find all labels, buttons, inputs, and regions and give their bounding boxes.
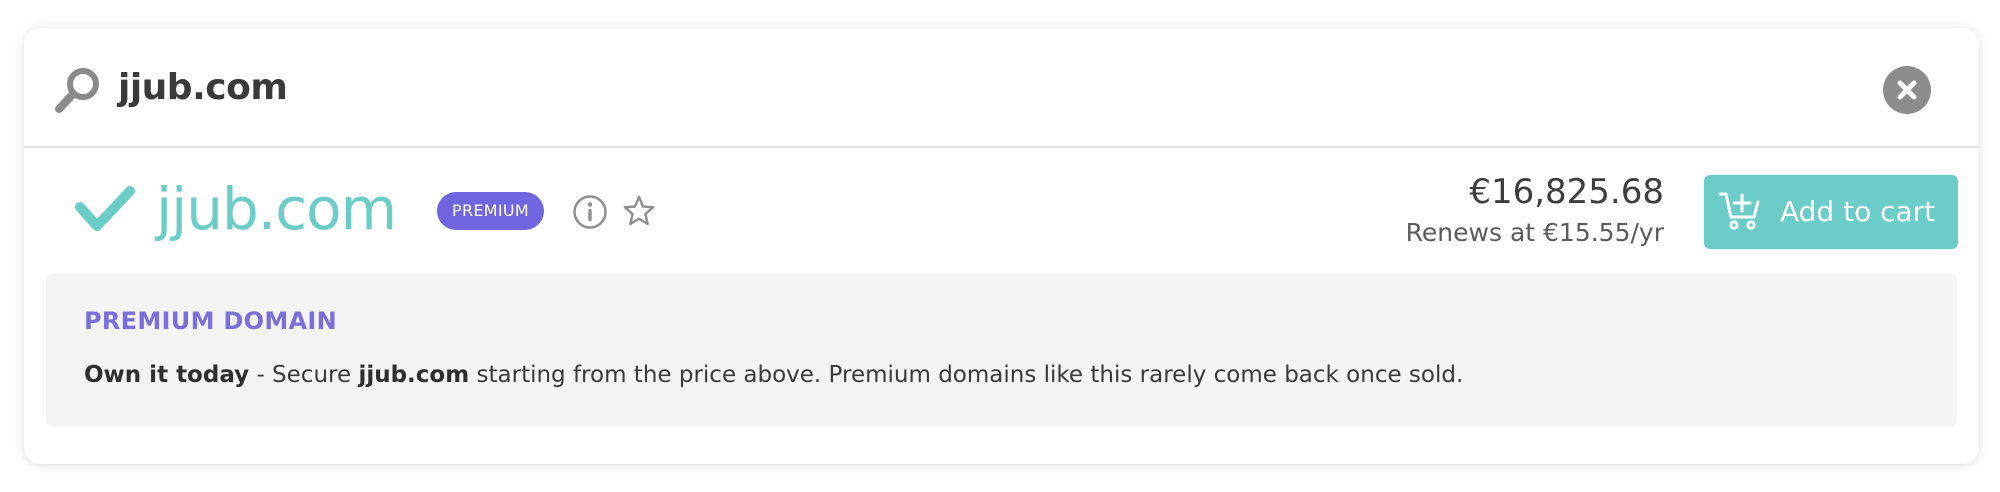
premium-panel-description: Own it today - Secure jjub.com starting …: [84, 358, 1463, 392]
search-query-text[interactable]: jjub.com: [118, 62, 288, 114]
result-domain-name: jjub.com: [156, 175, 397, 243]
premium-panel-title: PREMIUM DOMAIN: [84, 307, 338, 335]
premium-panel-text-2: starting from the price above. Premium d…: [469, 362, 1464, 388]
domain-search-card: jjub.com jjub.com PREMIUM €16,825.68 Ren…: [24, 28, 1979, 464]
clear-search-button[interactable]: [1883, 66, 1931, 114]
premium-badge: PREMIUM: [437, 192, 545, 230]
search-bar: jjub.com: [24, 28, 1979, 148]
close-icon: [1897, 80, 1917, 100]
renewal-price: Renews at €15.55/yr: [1405, 218, 1664, 247]
search-icon: [55, 68, 99, 113]
add-to-cart-button[interactable]: Add to cart: [1704, 175, 1958, 249]
check-icon: [75, 186, 135, 231]
cart-add-icon: [1718, 192, 1760, 230]
star-icon[interactable]: [622, 194, 656, 228]
premium-panel-domain: jjub.com: [358, 362, 470, 388]
premium-panel-lead: Own it today: [84, 362, 250, 388]
add-to-cart-label: Add to cart: [1780, 195, 1936, 228]
domain-price: €16,825.68: [1469, 172, 1664, 212]
premium-domain-panel: PREMIUM DOMAIN Own it today - Secure jju…: [46, 274, 1957, 427]
info-icon[interactable]: [572, 194, 608, 230]
premium-panel-text-1: - Secure: [249, 362, 359, 388]
